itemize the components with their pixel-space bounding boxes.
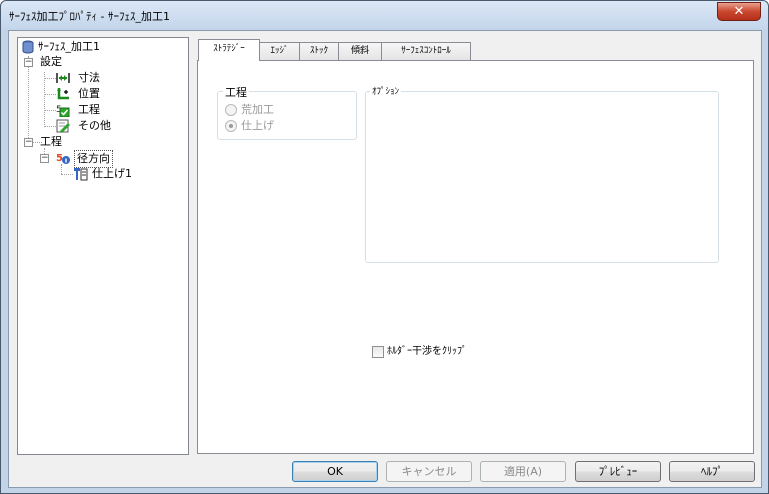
dialog-client: ｻｰﾌｪｽ_加工1 − 設定 寸法 位置 5 工程 その他 − 工程 − 5 径… [8,30,762,488]
preview-button[interactable]: ﾌﾟﾚﾋﾞｭｰ [575,461,661,482]
holder-clip-checkbox[interactable]: ﾎﾙﾀﾞｰ干渉をｸﾘｯﾌﾟ [372,345,522,359]
process-check-icon: 5 [56,105,70,117]
svg-text:5: 5 [56,153,63,164]
tab-strategy[interactable]: ｽﾄﾗﾃｼﾞｰ [198,39,260,61]
radio-button [225,120,237,132]
tree-label: 設定 [40,55,62,68]
process-group-title: 工程 [223,84,249,100]
window-title: ｻｰﾌｪｽ加工ﾌﾟﾛﾊﾟﾃｨ - ｻｰﾌｪｽ_加工1 [9,10,170,23]
dimension-icon [56,73,70,83]
options-groupbox [365,91,719,263]
dialog-window: ｻｰﾌｪｽ加工ﾌﾟﾛﾊﾟﾃｨ - ｻｰﾌｪｽ_加工1 ✕ ｻｰﾌｪｽ_加工1 −… [0,0,769,494]
options-group-title: ｵﾌﾟｼｮﾝ [370,84,402,97]
tree-item-root[interactable]: ｻｰﾌｪｽ_加工1 [18,39,188,55]
tab-edge[interactable]: ｴｯｼﾞ [259,42,300,61]
collapse-icon[interactable]: − [40,154,49,163]
tree-label: 仕上げ1 [92,167,132,180]
strategy-panel: 工程 荒加工 仕上げ ｵﾌﾟｼｮﾝ ﾎﾙﾀﾞｰ干渉をｸﾘｯﾌﾟ [197,60,754,454]
tree-item-radial[interactable]: − 5 径方向 [18,150,188,168]
tab-tilt[interactable]: 傾斜 [338,42,382,61]
edit-note-icon [56,119,70,133]
tab-surface-control[interactable]: ｻｰﾌｪｽｺﾝﾄﾛｰﾙ [381,42,471,61]
tab-stock[interactable]: ｽﾄｯｸ [299,42,339,61]
apply-button[interactable]: 適用(A) [480,461,566,482]
tree-item-finish1[interactable]: 仕上げ1 [18,166,188,182]
tree-label: その他 [78,119,111,132]
position-icon [57,88,69,100]
radial-process-icon: 5 [56,153,70,164]
finish-tool-icon [74,168,88,181]
help-button[interactable]: ﾍﾙﾌﾟ [669,461,755,482]
checkbox-box[interactable] [372,346,384,358]
tree-item-other[interactable]: その他 [18,118,188,134]
close-button[interactable]: ✕ [717,2,761,21]
tree-item-dimensions[interactable]: 寸法 [18,70,188,86]
radio-button [225,104,237,116]
database-icon [22,40,34,54]
tree-item-process[interactable]: − 工程 [18,134,188,150]
title-bar[interactable]: ｻｰﾌｪｽ加工ﾌﾟﾛﾊﾟﾃｨ - ｻｰﾌｪｽ_加工1 ✕ [1,1,768,29]
cancel-button[interactable]: キャンセル [386,461,472,482]
close-icon: ✕ [733,4,745,19]
collapse-icon[interactable]: − [24,138,33,147]
tree-label: 寸法 [78,71,100,84]
tree-item-settings[interactable]: − 設定 [18,54,188,70]
tree-label: 工程 [78,103,100,116]
checkbox-label: ﾎﾙﾀﾞｰ干渉をｸﾘｯﾌﾟ [387,346,467,357]
collapse-icon[interactable]: − [24,58,33,67]
tree-label: ｻｰﾌｪｽ_加工1 [38,40,100,53]
finish-radio: 仕上げ [225,119,325,133]
radio-label: 荒加工 [241,103,274,116]
operation-tree[interactable]: ｻｰﾌｪｽ_加工1 − 設定 寸法 位置 5 工程 その他 − 工程 − 5 径… [17,37,189,455]
tree-item-position[interactable]: 位置 [18,86,188,102]
ok-button[interactable]: OK [292,461,378,482]
tree-item-process-setting[interactable]: 5 工程 [18,102,188,118]
tree-label: 工程 [40,135,62,148]
rough-radio: 荒加工 [225,103,325,117]
radio-label: 仕上げ [241,119,274,132]
tree-label: 位置 [78,87,100,100]
